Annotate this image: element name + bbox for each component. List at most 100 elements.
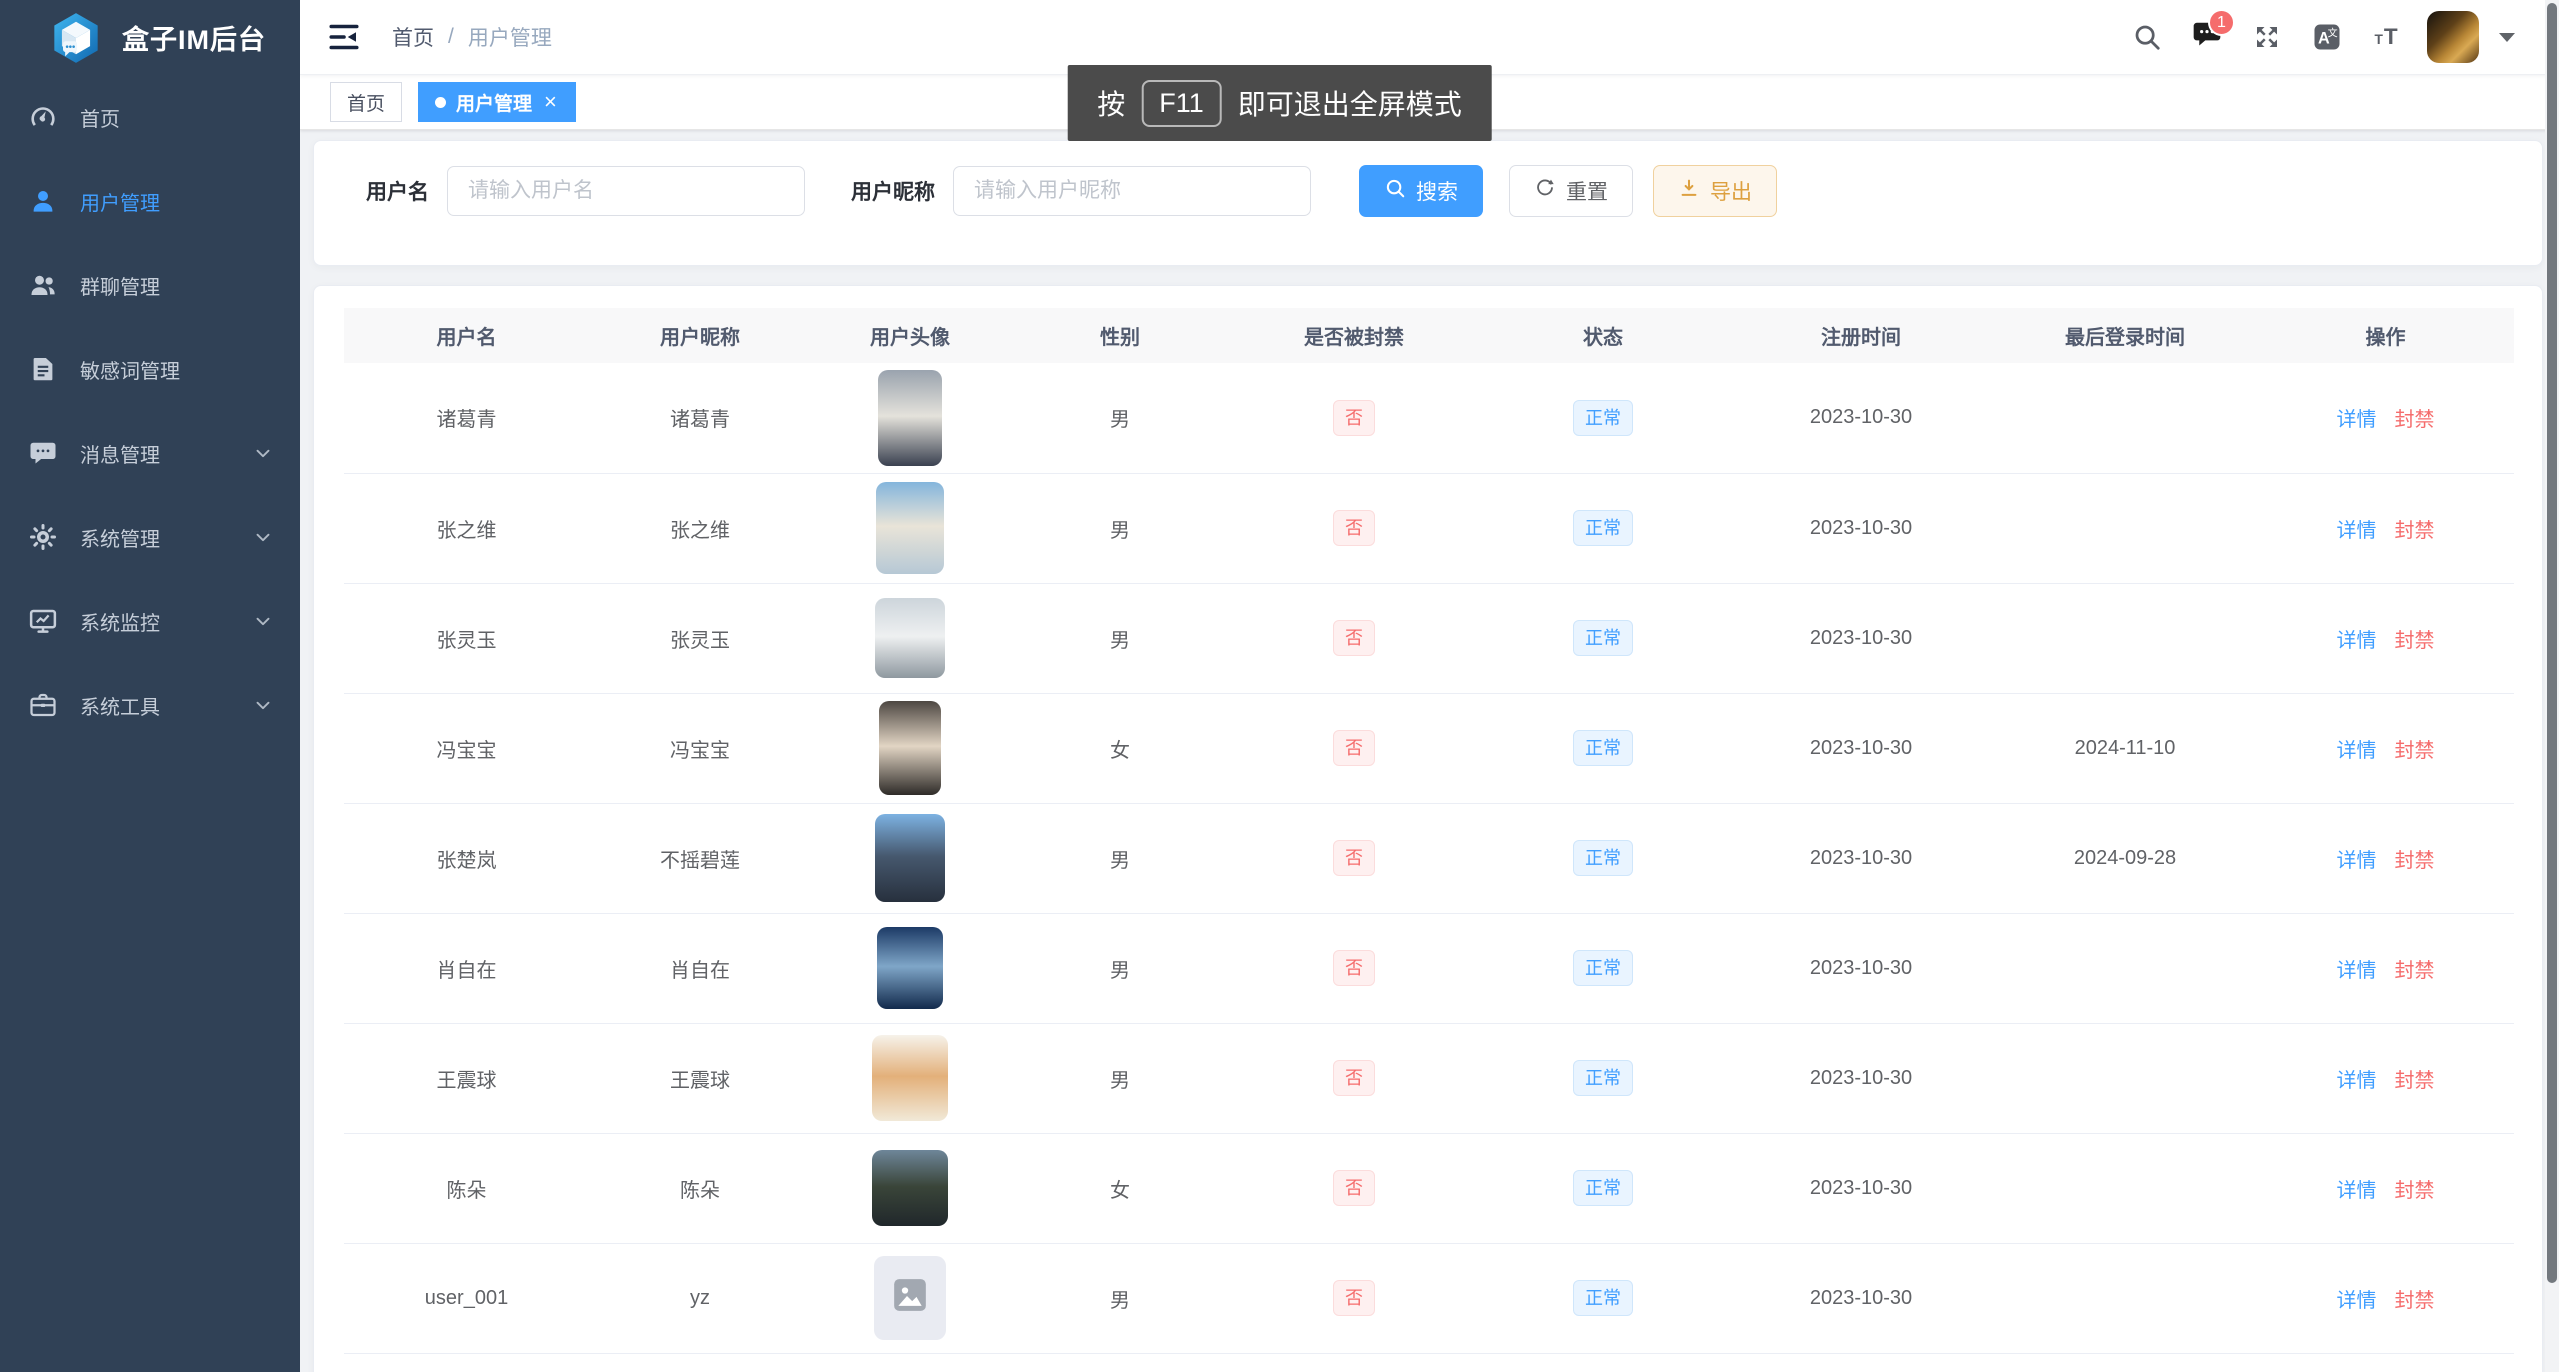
user-avatar [875, 814, 945, 902]
cell-username: 张楚岚 [344, 803, 589, 913]
user-avatar [872, 1035, 948, 1121]
cell-username: 诸葛青 [344, 363, 589, 473]
search-icon[interactable] [2127, 13, 2167, 61]
search-form-card: 用户名 用户昵称 搜索 重置 导出 [313, 140, 2543, 266]
detail-link[interactable]: 详情 [2337, 409, 2377, 431]
search-button[interactable]: 搜索 [1359, 165, 1483, 217]
cell-avatar [811, 693, 1009, 803]
detail-link[interactable]: 详情 [2337, 1070, 2377, 1092]
banned-tag: 否 [1333, 840, 1375, 876]
svg-text:文: 文 [2328, 26, 2338, 39]
cell-last-login [1993, 1023, 2257, 1133]
ban-link[interactable]: 封禁 [2395, 1290, 2435, 1312]
cell-banned: 否 [1231, 473, 1477, 583]
username-input[interactable] [447, 166, 805, 216]
cell-actions: 详情封禁 [2257, 1243, 2514, 1353]
sidebar-item-label: 系统监控 [80, 607, 160, 636]
detail-link[interactable]: 详情 [2337, 1290, 2377, 1312]
tab-home[interactable]: 首页 [330, 82, 402, 122]
sidebar-item-message-mgmt[interactable]: 消息管理 [0, 411, 300, 495]
ban-link[interactable]: 封禁 [2395, 1070, 2435, 1092]
user-avatar [875, 598, 945, 678]
cell-username: 肖自在 [344, 913, 589, 1023]
cell-nickname: 张之维 [589, 473, 811, 583]
sidebar-item-label: 首页 [80, 103, 120, 132]
export-button[interactable]: 导出 [1653, 165, 1777, 217]
user-table-card: 用户名用户昵称用户头像性别是否被封禁状态注册时间最后登录时间操作 诸葛青诸葛青男… [313, 285, 2543, 1372]
sidebar-item-sensitive-words[interactable]: 敏感词管理 [0, 327, 300, 411]
cell-nickname: 冯宝宝 [589, 693, 811, 803]
sidebar-item-user-mgmt[interactable]: 用户管理 [0, 159, 300, 243]
cell-avatar [811, 363, 1009, 473]
sidebar-item-group-mgmt[interactable]: 群聊管理 [0, 243, 300, 327]
table-row: 冯宝宝冯宝宝女否正常2023-10-302024-11-10详情封禁 [344, 693, 2514, 803]
dashboard-icon [28, 102, 58, 132]
cell-banned: 否 [1231, 693, 1477, 803]
close-icon[interactable]: × [542, 91, 559, 113]
cell-nickname: 陈朵 [589, 1133, 811, 1243]
nickname-label: 用户昵称 [851, 176, 935, 206]
detail-link[interactable]: 详情 [2337, 850, 2377, 872]
cell-gender: 男 [1009, 583, 1231, 693]
cell-status: 正常 [1477, 1133, 1729, 1243]
cell-register-time: 2023-10-30 [1729, 693, 1993, 803]
user-avatar [878, 370, 942, 466]
caret-down-icon[interactable] [2499, 33, 2515, 42]
sidebar-item-label: 消息管理 [80, 439, 160, 468]
ban-link[interactable]: 封禁 [2395, 520, 2435, 542]
cell-avatar [811, 1023, 1009, 1133]
banned-tag: 否 [1333, 620, 1375, 656]
magnifier-icon [1384, 177, 1406, 205]
sidebar-item-system-monitor[interactable]: 系统监控 [0, 579, 300, 663]
banned-tag: 否 [1333, 400, 1375, 436]
status-badge: 正常 [1573, 400, 1633, 436]
status-badge: 正常 [1573, 1170, 1633, 1206]
ban-link[interactable]: 封禁 [2395, 850, 2435, 872]
page-scrollbar-thumb[interactable] [2547, 3, 2557, 1283]
cell-last-login [1993, 1243, 2257, 1353]
message-icon[interactable]: 1 [2187, 13, 2227, 61]
table-row: 王震球王震球男否正常2023-10-30详情封禁 [344, 1023, 2514, 1133]
app-logo[interactable]: 盒子IM后台 [0, 0, 300, 75]
cell-last-login: 2024-09-28 [1993, 803, 2257, 913]
ban-link[interactable]: 封禁 [2395, 740, 2435, 762]
cell-avatar [811, 1243, 1009, 1353]
cell-register-time: 2023-10-30 [1729, 1133, 1993, 1243]
translate-icon[interactable]: A文 [2307, 13, 2347, 61]
detail-link[interactable]: 详情 [2337, 960, 2377, 982]
sidebar-item-system-mgmt[interactable]: 系统管理 [0, 495, 300, 579]
detail-link[interactable]: 详情 [2337, 520, 2377, 542]
ban-link[interactable]: 封禁 [2395, 1180, 2435, 1202]
user-avatar-button[interactable] [2427, 11, 2479, 63]
detail-link[interactable]: 详情 [2337, 630, 2377, 652]
font-size-icon[interactable]: TT [2367, 13, 2407, 61]
cell-actions: 详情封禁 [2257, 693, 2514, 803]
gear-icon [28, 522, 58, 552]
breadcrumb: 首页 / 用户管理 [392, 22, 552, 52]
cell-status: 正常 [1477, 473, 1729, 583]
column-header-register-time: 注册时间 [1729, 308, 1993, 363]
sidebar-item-system-tools[interactable]: 系统工具 [0, 663, 300, 747]
ban-link[interactable]: 封禁 [2395, 960, 2435, 982]
monitor-icon [28, 606, 58, 636]
nickname-input[interactable] [953, 166, 1311, 216]
sidebar-item-home[interactable]: 首页 [0, 75, 300, 159]
table-row: 张灵玉张灵玉男否正常2023-10-30详情封禁 [344, 583, 2514, 693]
banned-tag: 否 [1333, 1170, 1375, 1206]
toast-key-f11: F11 [1141, 80, 1222, 127]
reset-button[interactable]: 重置 [1509, 165, 1633, 217]
user-avatar [874, 1256, 946, 1340]
fullscreen-icon[interactable] [2247, 13, 2287, 61]
username-label: 用户名 [366, 176, 429, 206]
cell-register-time: 2023-10-30 [1729, 1023, 1993, 1133]
ban-link[interactable]: 封禁 [2395, 630, 2435, 652]
breadcrumb-home[interactable]: 首页 [392, 22, 434, 52]
cell-last-login [1993, 1133, 2257, 1243]
detail-link[interactable]: 详情 [2337, 1180, 2377, 1202]
detail-link[interactable]: 详情 [2337, 740, 2377, 762]
ban-link[interactable]: 封禁 [2395, 409, 2435, 431]
chat-icon [28, 438, 58, 468]
export-button-label: 导出 [1710, 176, 1752, 206]
tab-user-mgmt[interactable]: 用户管理× [418, 82, 576, 122]
sidebar-collapse-button[interactable] [326, 19, 362, 55]
